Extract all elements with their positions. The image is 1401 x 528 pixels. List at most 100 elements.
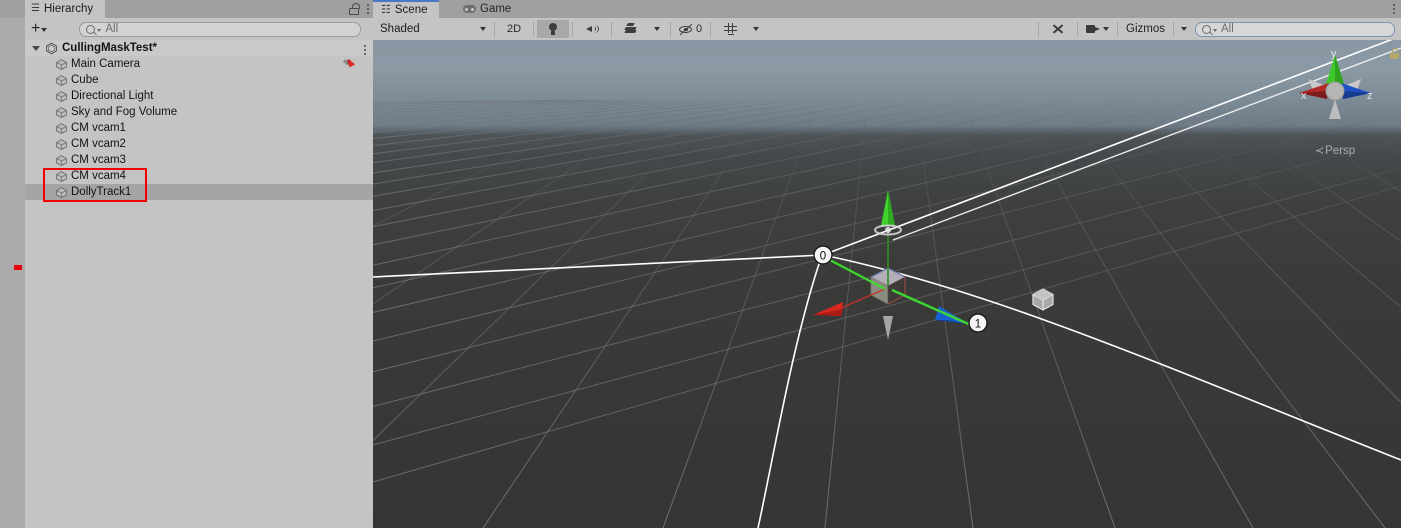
scene-viewport[interactable]: 0 1 x y z ≺Persp xyxy=(373,40,1401,528)
chevron-down-icon xyxy=(1181,27,1187,31)
create-object-label: + xyxy=(31,20,41,37)
gameobject-cube-icon xyxy=(56,90,67,102)
grid-settings-dropdown[interactable] xyxy=(746,20,767,38)
hierarchy-scene-root-row[interactable]: CullingMaskTest* xyxy=(25,40,373,56)
hierarchy-row-label: DollyTrack1 xyxy=(71,186,132,198)
gamepad-icon xyxy=(463,5,476,13)
hierarchy-panel: ☰ Hierarchy + All CullingMaskTest* Main … xyxy=(25,0,373,528)
chevron-expanded-icon[interactable] xyxy=(32,45,40,51)
projection-mode-label: Persp xyxy=(1325,145,1356,157)
unity-editor-window: ☰ Hierarchy + All CullingMaskTest* Main … xyxy=(0,0,1401,528)
hierarchy-footer xyxy=(25,506,373,528)
scene-effects-dropdown[interactable] xyxy=(647,20,667,38)
tool-settings-button[interactable] xyxy=(1042,20,1075,38)
hierarchy-row-label: Directional Light xyxy=(71,90,154,102)
hierarchy-search-placeholder: All xyxy=(105,23,119,35)
move-transform-gizmo xyxy=(813,190,974,340)
scene-tabbar: ☷ Scene Game xyxy=(373,0,1401,18)
tab-hierarchy[interactable]: ☰ Hierarchy xyxy=(25,0,106,18)
axis-label-x: x xyxy=(1301,90,1307,102)
hierarchy-header-actions xyxy=(349,0,369,18)
gameobject-cube-icon xyxy=(56,122,67,134)
unlocked-padlock-icon[interactable] xyxy=(349,3,360,15)
chevron-down-icon xyxy=(480,27,486,31)
toolbar-divider xyxy=(1038,21,1040,37)
grid-visibility-toggle[interactable] xyxy=(714,20,747,38)
dolly-waypoint-1-label: 1 xyxy=(975,319,981,331)
dolly-waypoint-0: 0 xyxy=(813,245,833,265)
kebab-menu-icon[interactable] xyxy=(367,4,369,14)
hierarchy-row-label: Sky and Fog Volume xyxy=(71,106,178,118)
hierarchy-row-label: CM vcam2 xyxy=(71,138,126,150)
chevron-down-icon xyxy=(41,28,48,32)
dolly-waypoint-0-label: 0 xyxy=(820,251,826,263)
toolbar-divider xyxy=(1077,21,1079,37)
red-tick-marker xyxy=(14,265,22,270)
toolbar-divider xyxy=(670,21,671,37)
toggle-2d-label: 2D xyxy=(506,23,522,35)
scene-audio-toggle[interactable] xyxy=(576,20,608,38)
scene-search-input[interactable]: All xyxy=(1195,21,1395,37)
hierarchy-row-cube[interactable]: Cube xyxy=(25,72,373,88)
hierarchy-row-directional-light[interactable]: Directional Light xyxy=(25,88,373,104)
hierarchy-row-label: CM vcam1 xyxy=(71,122,126,134)
hierarchy-tree: CullingMaskTest* Main Camera Cube Direct… xyxy=(25,40,373,508)
gameobject-cube-icon xyxy=(56,154,67,166)
gizmos-label: Gizmos xyxy=(1126,23,1165,35)
gameobject-cube-icon xyxy=(56,186,67,198)
create-object-button[interactable]: + xyxy=(27,20,51,37)
hierarchy-row-cm-vcam2[interactable]: CM vcam2 xyxy=(25,136,373,152)
hierarchy-row-label: CullingMaskTest* xyxy=(62,42,157,54)
fx-layers-icon xyxy=(624,23,638,35)
hierarchy-tabbar: ☰ Hierarchy xyxy=(25,0,373,18)
draw-mode-dropdown[interactable]: Shaded xyxy=(373,20,491,38)
toolbar-divider xyxy=(533,21,534,37)
dolly-waypoint-1: 1 xyxy=(968,313,988,333)
wrench-tools-icon xyxy=(1051,22,1066,36)
camera-icon xyxy=(1086,24,1101,34)
projection-arrow-icon: ≺ xyxy=(1314,145,1325,157)
tab-game[interactable]: Game xyxy=(455,0,524,18)
scene-search-placeholder: All xyxy=(1221,23,1234,35)
hierarchy-row-cm-vcam1[interactable]: CM vcam1 xyxy=(25,120,373,136)
lightbulb-icon xyxy=(549,23,558,35)
gizmos-dropdown[interactable]: Gizmos xyxy=(1121,20,1191,38)
projection-mode-toggle[interactable]: ≺Persp xyxy=(1287,144,1383,157)
scene-orientation-gizmo[interactable]: x y z ≺Persp xyxy=(1287,45,1383,157)
axis-label-z: z xyxy=(1367,90,1373,102)
toggle-2d-button[interactable]: 2D xyxy=(498,20,530,38)
hierarchy-search-input[interactable]: All xyxy=(79,21,361,37)
scene-view-panel: ☷ Scene Game Shaded 2D 0 Gizmos All 0 1 … xyxy=(373,0,1401,528)
tab-hierarchy-label: Hierarchy xyxy=(43,3,94,15)
kebab-menu-icon[interactable] xyxy=(1393,4,1395,14)
chevron-down-icon xyxy=(1103,27,1110,31)
scene-grid-icon: ☷ xyxy=(381,3,391,16)
scene-lighting-toggle[interactable] xyxy=(537,20,569,38)
chevron-down-icon xyxy=(654,27,660,31)
gameobject-cube-icon xyxy=(56,58,67,70)
hierarchy-row-label: CM vcam3 xyxy=(71,154,126,166)
hierarchy-list-icon: ☰ xyxy=(31,3,40,14)
kebab-menu-icon[interactable] xyxy=(364,45,366,55)
camera-preview-badge-icon xyxy=(342,58,356,68)
search-filter-chevron-icon xyxy=(1213,29,1217,32)
toolbar-divider xyxy=(1117,21,1119,37)
hidden-objects-count: 0 xyxy=(696,23,703,35)
hierarchy-row-dollytrack1[interactable]: DollyTrack1 xyxy=(25,184,373,200)
toolbar-divider xyxy=(572,21,573,37)
search-icon xyxy=(1202,24,1211,34)
left-edge-strip xyxy=(0,0,25,528)
hierarchy-row-label: Cube xyxy=(71,74,99,86)
hierarchy-row-main-camera[interactable]: Main Camera xyxy=(25,56,373,72)
scene-camera-button[interactable] xyxy=(1081,20,1115,38)
hierarchy-row-cm-vcam4[interactable]: CM vcam4 xyxy=(25,168,373,184)
view-lock-icon[interactable] xyxy=(1390,48,1399,59)
hidden-objects-button[interactable]: 0 xyxy=(674,20,708,38)
tab-scene[interactable]: ☷ Scene xyxy=(373,0,440,18)
scene-effects-toggle[interactable] xyxy=(615,20,647,38)
toolbar-divider xyxy=(494,21,495,37)
search-filter-chevron-icon xyxy=(97,29,102,32)
hierarchy-row-cm-vcam3[interactable]: CM vcam3 xyxy=(25,152,373,168)
speaker-icon xyxy=(585,24,599,35)
hierarchy-row-sky-and-fog-volume[interactable]: Sky and Fog Volume xyxy=(25,104,373,120)
